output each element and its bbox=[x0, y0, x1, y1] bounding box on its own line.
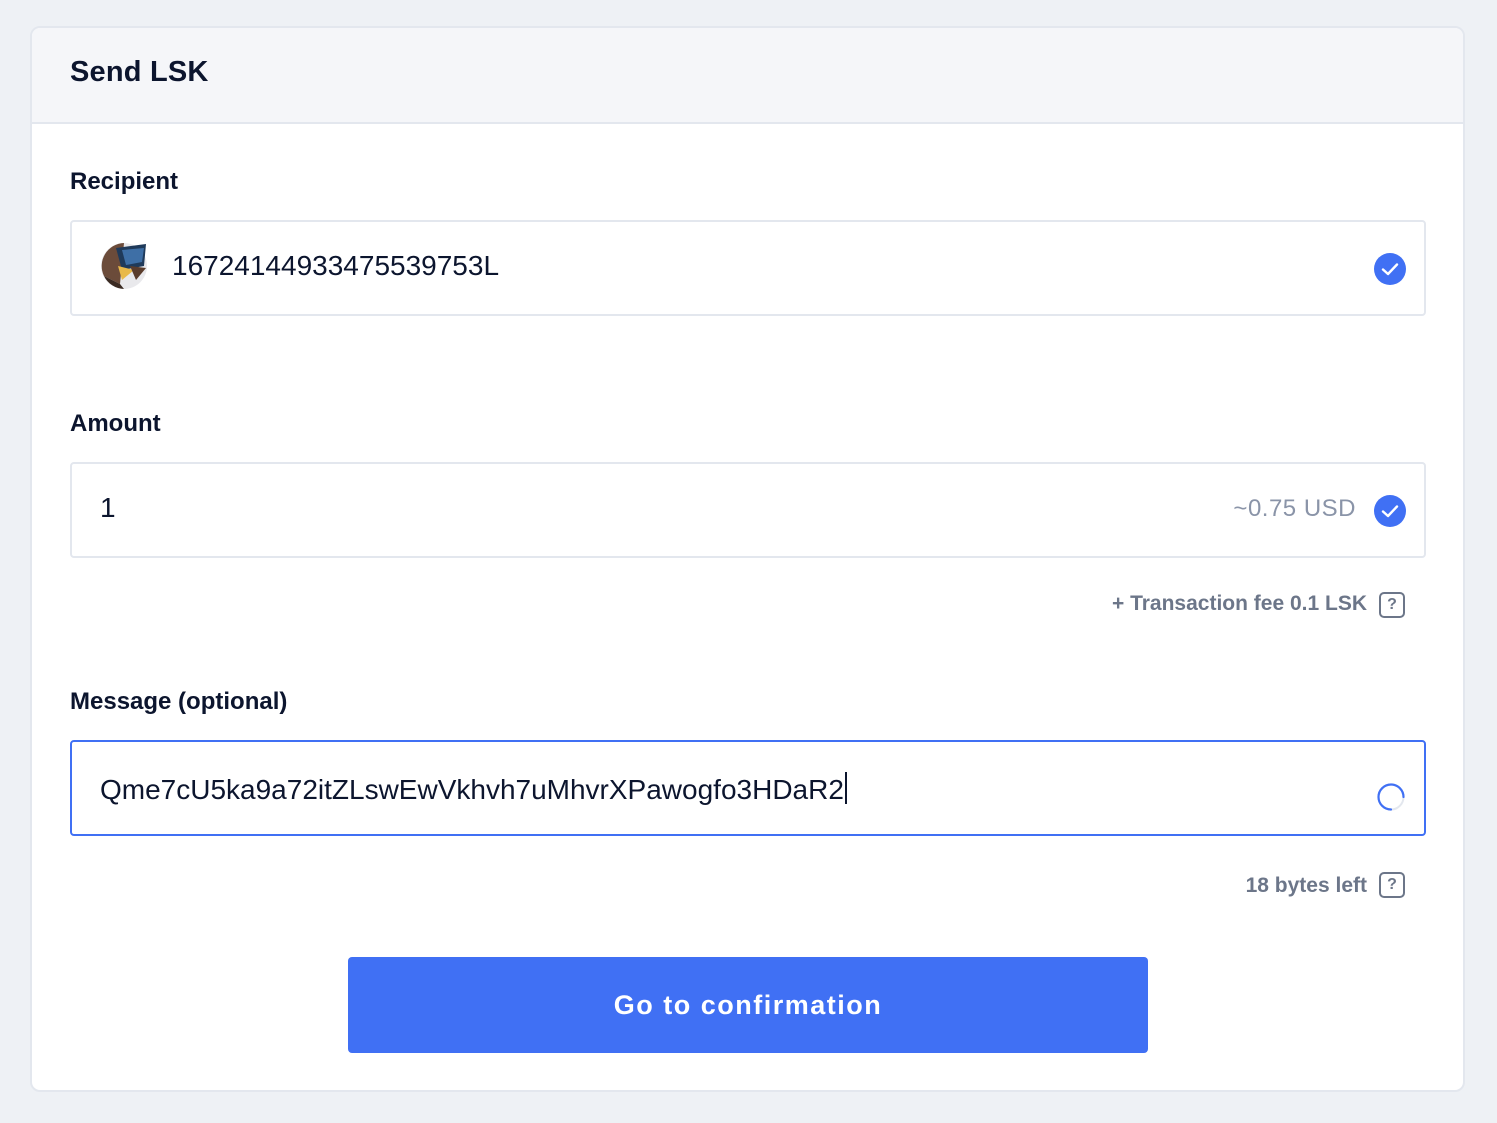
check-icon bbox=[1374, 253, 1406, 285]
message-label: Message (optional) bbox=[70, 688, 288, 715]
help-icon[interactable]: ? bbox=[1379, 592, 1405, 618]
page-title: Send LSK bbox=[70, 56, 209, 88]
account-avatar-icon bbox=[100, 240, 150, 290]
message-text: Qme7cU5ka9a72itZLswEwVkhvh7uMhvrXPawogfo… bbox=[100, 774, 844, 805]
text-caret bbox=[844, 772, 847, 804]
recipient-address: 16724144933475539753L bbox=[172, 250, 500, 281]
amount-field[interactable]: 1 ~0.75 USD bbox=[70, 462, 1426, 558]
recipient-label: Recipient bbox=[70, 168, 179, 195]
message-input-value: Qme7cU5ka9a72itZLswEwVkhvh7uMhvrXPawogfo… bbox=[100, 772, 847, 806]
amount-label: Amount bbox=[70, 410, 161, 437]
amount-input-value: 1 bbox=[100, 492, 116, 523]
message-field[interactable]: Qme7cU5ka9a72itZLswEwVkhvh7uMhvrXPawogfo… bbox=[70, 740, 1426, 836]
send-form-card: Send LSK Recipient 16724144933475539753L… bbox=[30, 26, 1465, 1092]
bytes-left-text: 18 bytes left bbox=[1245, 874, 1367, 897]
recipient-field[interactable]: 16724144933475539753L bbox=[70, 220, 1426, 316]
loading-spinner-icon bbox=[1376, 782, 1406, 812]
transaction-fee-text: + Transaction fee 0.1 LSK bbox=[1111, 592, 1367, 615]
check-icon bbox=[1374, 495, 1406, 527]
help-icon[interactable]: ? bbox=[1379, 872, 1405, 898]
go-to-confirmation-button[interactable]: Go to confirmation bbox=[348, 957, 1148, 1053]
usd-equivalent: ~0.75 USD bbox=[1233, 495, 1356, 522]
card-header: Send LSK bbox=[32, 28, 1463, 124]
